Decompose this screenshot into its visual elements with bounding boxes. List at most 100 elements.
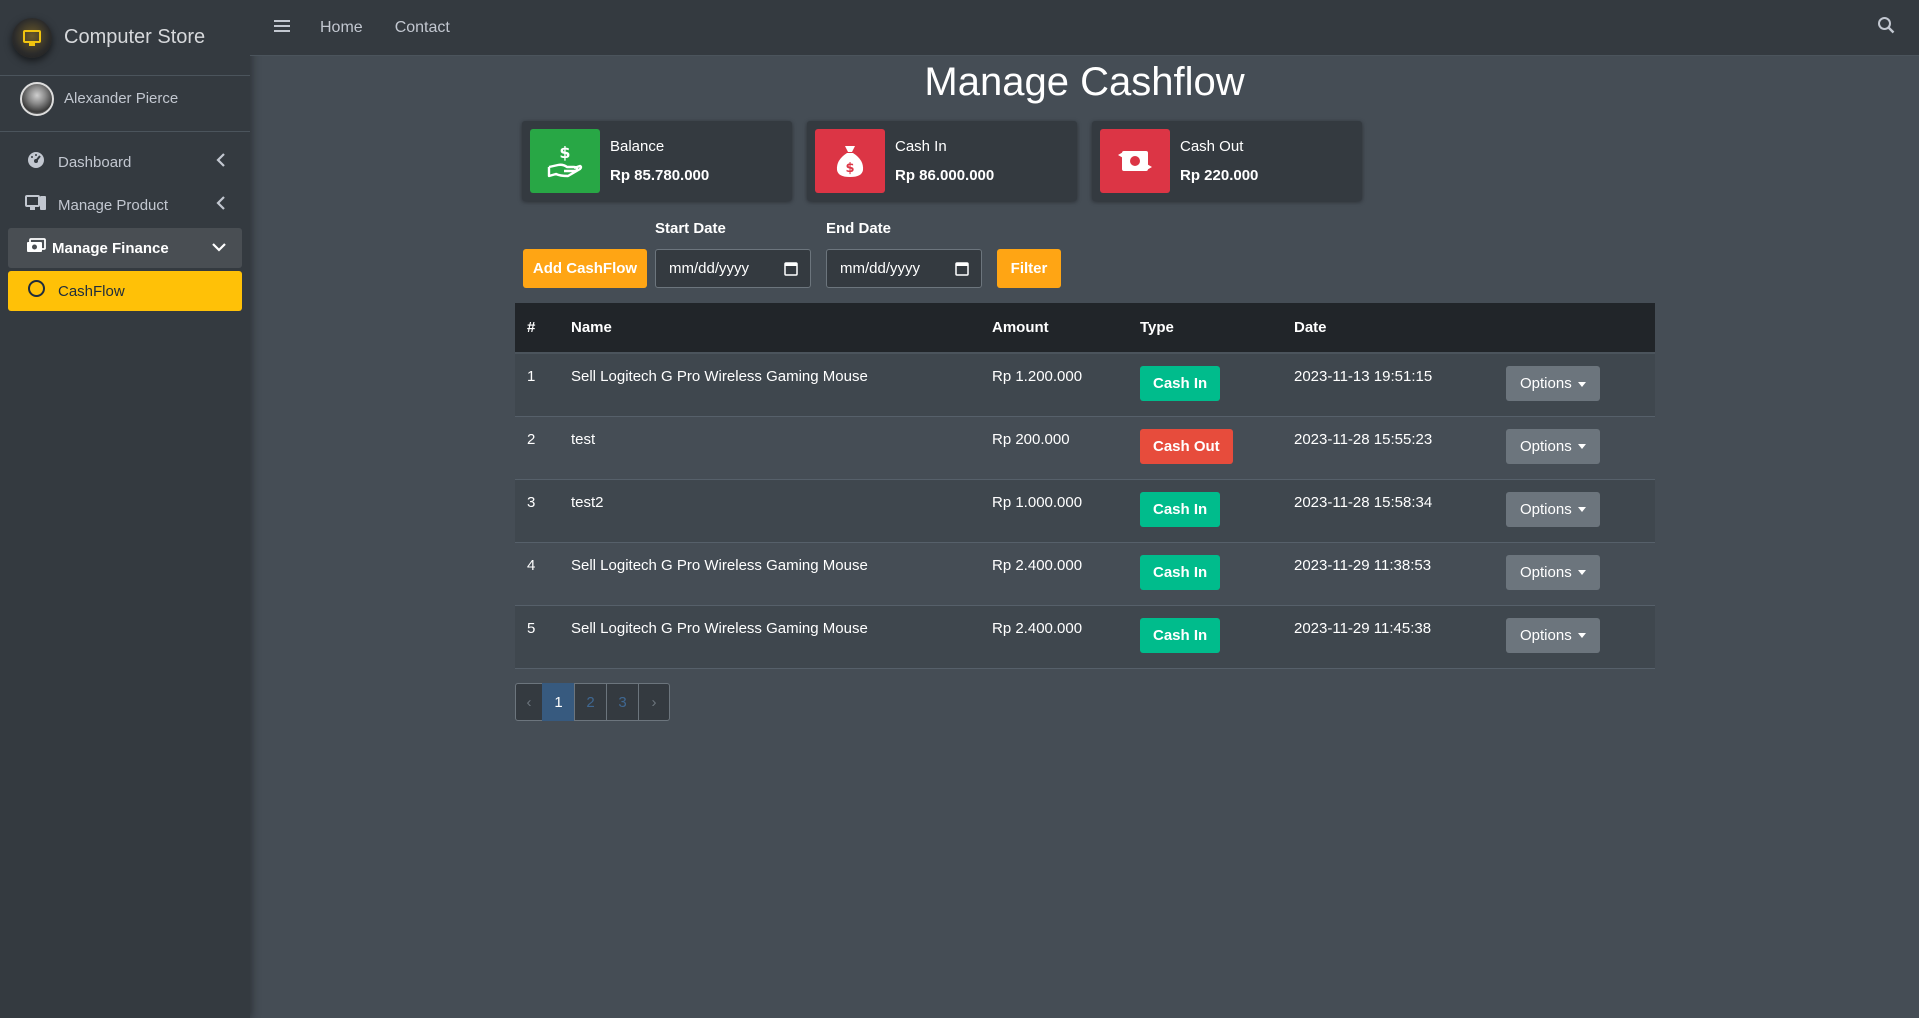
top-navbar: Home Contact <box>250 0 1919 56</box>
col-header-name: Name <box>559 303 980 354</box>
sidebar-nav: Dashboard Manage Product Manage Finance <box>0 132 250 324</box>
start-date-input[interactable]: mm/dd/yyyy <box>655 249 811 288</box>
sidebar: Computer Store Alexander Pierce Dashboar… <box>0 0 250 1018</box>
desktop-icon <box>24 194 48 217</box>
tachometer-icon <box>24 151 48 174</box>
sidebar-item-dashboard[interactable]: Dashboard <box>8 142 242 182</box>
add-cashflow-button[interactable]: Add CashFlow <box>523 249 647 288</box>
row-amount: Rp 200.000 <box>992 430 1070 448</box>
chevron-left-icon <box>216 152 226 172</box>
end-date-placeholder: mm/dd/yyyy <box>840 260 921 277</box>
row-name: test2 <box>571 493 604 511</box>
sidebar-item-manage-finance[interactable]: Manage Finance <box>8 228 242 268</box>
nav-contact-link[interactable]: Contact <box>395 19 450 37</box>
balance-info-box: $ Balance Rp 85.780.000 <box>522 121 792 201</box>
cash-out-label: Cash Out <box>1180 138 1244 155</box>
calendar-icon[interactable] <box>955 261 969 276</box>
brand-logo <box>12 17 52 58</box>
circle-icon <box>24 280 48 302</box>
row-amount: Rp 2.400.000 <box>992 619 1083 637</box>
type-badge: Cash Out <box>1140 428 1233 464</box>
options-label: Options <box>1520 437 1572 455</box>
avatar <box>20 81 54 116</box>
table-row: 1 Sell Logitech G Pro Wireless Gaming Mo… <box>515 353 1655 416</box>
row-amount: Rp 2.400.000 <box>992 556 1083 574</box>
money-transfer-icon <box>1100 129 1170 193</box>
col-header-date: Date <box>1282 303 1494 354</box>
chevron-left-icon <box>216 195 226 215</box>
hand-holding-usd-icon: $ <box>530 129 600 193</box>
caret-down-icon <box>1577 381 1586 387</box>
options-dropdown-button[interactable]: Options <box>1506 428 1600 464</box>
brand-name: Computer Store <box>64 26 206 48</box>
cash-in-label: Cash In <box>895 138 947 155</box>
col-header-type: Type <box>1128 303 1282 354</box>
sidebar-item-label: Manage Finance <box>52 239 169 257</box>
options-dropdown-button[interactable]: Options <box>1506 554 1600 590</box>
row-name: test <box>571 430 596 448</box>
options-label: Options <box>1520 375 1572 392</box>
nav-home-link[interactable]: Home <box>320 19 363 37</box>
caret-down-icon <box>1577 633 1586 639</box>
options-dropdown-button[interactable]: Options <box>1506 617 1600 653</box>
cash-out-value: Rp 220.000 <box>1180 167 1259 184</box>
options-dropdown-button[interactable]: Options <box>1506 491 1600 527</box>
options-label: Options <box>1520 626 1572 644</box>
search-icon[interactable] <box>1877 16 1897 36</box>
row-date: 2023-11-28 15:58:34 <box>1294 493 1433 511</box>
row-name: Sell Logitech G Pro Wireless Gaming Mous… <box>571 619 868 637</box>
pagination: ‹ 1 2 3 › <box>515 683 670 721</box>
page-title: Manage Cashflow <box>924 60 1245 104</box>
menu-icon[interactable] <box>274 16 290 39</box>
row-name: Sell Logitech G Pro Wireless Gaming Mous… <box>571 368 868 385</box>
user-name: Alexander Pierce <box>64 90 179 107</box>
row-number: 4 <box>527 556 536 574</box>
row-amount: Rp 1.000.000 <box>992 493 1083 511</box>
row-number: 2 <box>527 430 536 448</box>
pagination-page-3[interactable]: 3 <box>606 683 639 721</box>
pagination-prev[interactable]: ‹ <box>515 683 543 721</box>
cash-out-info-box: Cash Out Rp 220.000 <box>1092 121 1362 201</box>
col-header-amount: Amount <box>980 303 1128 354</box>
svg-text:$: $ <box>845 161 854 176</box>
type-badge: Cash In <box>1140 554 1221 590</box>
options-dropdown-button[interactable]: Options <box>1506 366 1600 401</box>
row-name: Sell Logitech G Pro Wireless Gaming Mous… <box>571 556 868 574</box>
col-header-actions <box>1494 303 1655 354</box>
sidebar-item-manage-product[interactable]: Manage Product <box>8 185 242 225</box>
caret-down-icon <box>1577 444 1586 450</box>
filter-button[interactable]: Filter <box>997 249 1061 288</box>
pagination-page-1[interactable]: 1 <box>542 683 575 721</box>
svg-text:$: $ <box>559 143 570 162</box>
sidebar-item-cashflow[interactable]: CashFlow <box>8 271 242 311</box>
row-amount: Rp 1.200.000 <box>992 368 1083 385</box>
type-badge: Cash In <box>1140 491 1221 527</box>
type-badge: Cash In <box>1140 366 1221 401</box>
caret-down-icon <box>1577 570 1586 576</box>
row-number: 1 <box>527 368 536 385</box>
options-label: Options <box>1520 563 1572 581</box>
sidebar-item-label: Manage Product <box>58 196 169 214</box>
sidebar-item-label: Dashboard <box>58 153 132 171</box>
calendar-icon[interactable] <box>784 261 798 276</box>
pagination-next[interactable]: › <box>638 683 670 721</box>
pagination-page-2[interactable]: 2 <box>574 683 607 721</box>
user-panel[interactable]: Alexander Pierce <box>0 56 250 132</box>
start-date-placeholder: mm/dd/yyyy <box>669 260 750 277</box>
row-date: 2023-11-28 15:55:23 <box>1294 430 1433 448</box>
table-row: 2 test Rp 200.000 Cash Out 2023-11-28 15… <box>515 416 1655 479</box>
row-date: 2023-11-13 19:51:15 <box>1294 368 1433 385</box>
table-row: 5 Sell Logitech G Pro Wireless Gaming Mo… <box>515 605 1655 668</box>
cashflow-table: # Name Amount Type Date 1 Sell Logitech … <box>515 303 1655 669</box>
main-content: Manage Cashflow $ Balance Rp 85.780.000 … <box>250 56 1919 1018</box>
options-label: Options <box>1520 500 1572 518</box>
row-number: 3 <box>527 493 536 511</box>
col-header-number: # <box>515 303 559 354</box>
money-bill-icon <box>24 237 48 259</box>
row-date: 2023-11-29 11:38:53 <box>1294 556 1432 574</box>
end-date-input[interactable]: mm/dd/yyyy <box>826 249 982 288</box>
type-badge: Cash In <box>1140 617 1221 653</box>
row-date: 2023-11-29 11:45:38 <box>1294 619 1432 637</box>
money-bag-icon: $ <box>815 129 885 193</box>
end-date-label: End Date <box>826 220 892 237</box>
